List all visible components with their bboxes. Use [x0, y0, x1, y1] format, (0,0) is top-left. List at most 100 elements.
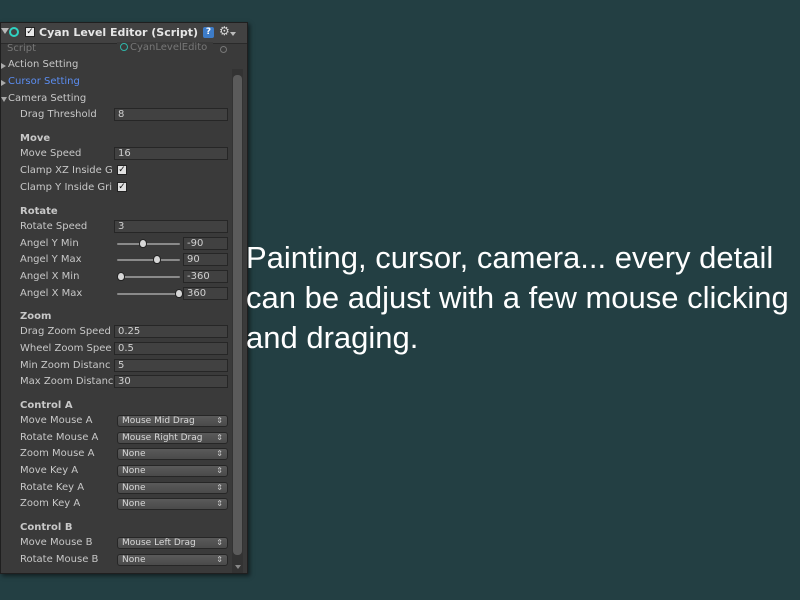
- section-title: Control A: [20, 400, 73, 411]
- drag-threshold-input[interactable]: 8: [114, 108, 228, 121]
- collapse-arrow-icon[interactable]: [1, 28, 9, 34]
- gear-icon[interactable]: ⚙: [219, 24, 230, 38]
- script-value: CyanLevelEdito: [130, 42, 208, 53]
- dropdown-arrow-icon: ⇕: [216, 433, 223, 442]
- control-row: Move Key A None ⇕: [1, 463, 247, 479]
- dropdown-value: Mouse Left Drag: [122, 538, 196, 548]
- slider-value-input[interactable]: 360: [183, 287, 228, 300]
- control-b-section-header: Control B: [1, 520, 247, 536]
- move-speed-row: Move Speed 16: [1, 146, 247, 162]
- dropdown-arrow-icon: ⇕: [216, 466, 223, 475]
- script-file-icon: [120, 43, 128, 51]
- control-row: Rotate Mouse B None ⇕: [1, 552, 247, 568]
- scrollbar-thumb[interactable]: [233, 75, 242, 555]
- zoom-field-row: Wheel Zoom Spee 0.5: [1, 341, 247, 357]
- zoom-field-row: Drag Zoom Speed 0.25: [1, 324, 247, 340]
- control-label: Rotate Mouse B: [20, 554, 99, 565]
- control-row: Move Mouse A Mouse Mid Drag ⇕: [1, 413, 247, 429]
- slider-value-input[interactable]: -90: [183, 237, 228, 250]
- control-dropdown[interactable]: None ⇕: [117, 554, 228, 566]
- slider-handle[interactable]: [152, 255, 161, 264]
- slider-row: Angel Y Min -90: [1, 236, 247, 252]
- fold-label: Action Setting: [8, 59, 79, 70]
- rotate-section-header: Rotate: [1, 204, 247, 220]
- rotate-speed-label: Rotate Speed: [20, 221, 88, 232]
- control-dropdown[interactable]: None ⇕: [117, 448, 228, 460]
- clamp-xz-row: Clamp XZ Inside G ✓: [1, 163, 247, 179]
- control-row: Rotate Mouse A Mouse Right Drag ⇕: [1, 430, 247, 446]
- control-row: Rotate Key A None ⇕: [1, 480, 247, 496]
- section-title: Move: [20, 133, 51, 144]
- control-row: Zoom Mouse A None ⇕: [1, 446, 247, 462]
- slider-value-input[interactable]: 90: [183, 253, 228, 266]
- slider-row: Angel X Min -360: [1, 269, 247, 285]
- vertical-scrollbar[interactable]: [232, 69, 243, 573]
- rotate-speed-row: Rotate Speed 3: [1, 219, 247, 235]
- zoom-field-input[interactable]: 30: [114, 375, 228, 388]
- drag-threshold-row: Drag Threshold 8: [1, 107, 247, 123]
- move-speed-label: Move Speed: [20, 148, 82, 159]
- control-dropdown[interactable]: None ⇕: [117, 498, 228, 510]
- slider-label: Angel X Min: [20, 271, 80, 282]
- zoom-section-header: Zoom: [1, 309, 247, 325]
- script-row: Script CyanLevelEdito: [1, 41, 247, 57]
- slider-label: Angel Y Min: [20, 238, 79, 249]
- zoom-field-input[interactable]: 0.5: [114, 342, 228, 355]
- dropdown-arrow-icon: ⇕: [216, 449, 223, 458]
- gear-dropdown-icon[interactable]: [230, 32, 236, 36]
- slider-handle[interactable]: [117, 272, 125, 281]
- control-dropdown[interactable]: None ⇕: [117, 465, 228, 477]
- dropdown-arrow-icon: ⇕: [216, 416, 223, 425]
- control-dropdown[interactable]: Mouse Left Drag ⇕: [117, 537, 228, 549]
- component-icon: [9, 27, 19, 37]
- dropdown-value: None: [122, 466, 146, 476]
- dropdown-value: None: [122, 555, 146, 565]
- slider-track[interactable]: [117, 293, 180, 295]
- slider-row: Angel X Max 360: [1, 286, 247, 302]
- zoom-field-input[interactable]: 0.25: [114, 325, 228, 338]
- clamp-y-row: Clamp Y Inside Gri ✓: [1, 180, 247, 196]
- slider-track[interactable]: [117, 276, 180, 278]
- control-label: Rotate Mouse A: [20, 432, 99, 443]
- script-field[interactable]: CyanLevelEdito: [117, 42, 213, 55]
- control-a-section-header: Control A: [1, 398, 247, 414]
- fold-label: Cursor Setting: [8, 76, 80, 87]
- drag-threshold-label: Drag Threshold: [20, 109, 97, 120]
- rotate-speed-input[interactable]: 3: [114, 220, 228, 233]
- slider-label: Angel X Max: [20, 288, 83, 299]
- dropdown-arrow-icon: ⇕: [216, 555, 223, 564]
- object-picker-icon[interactable]: [220, 46, 227, 53]
- fold-arrow-icon: [1, 63, 6, 69]
- clamp-y-checkbox[interactable]: ✓: [117, 182, 127, 192]
- fold-label: Camera Setting: [8, 93, 87, 104]
- slider-label: Angel Y Max: [20, 254, 82, 265]
- control-row: Zoom Key A None ⇕: [1, 496, 247, 512]
- section-title: Control B: [20, 522, 73, 533]
- dropdown-value: None: [122, 449, 146, 459]
- slider-track[interactable]: [117, 259, 180, 261]
- clamp-xz-label: Clamp XZ Inside G: [20, 165, 113, 176]
- slider-track[interactable]: [117, 243, 180, 245]
- control-dropdown[interactable]: None ⇕: [117, 482, 228, 494]
- slider-handle[interactable]: [139, 239, 148, 248]
- component-enabled-checkbox[interactable]: ✓: [25, 27, 35, 37]
- zoom-field-input[interactable]: 5: [114, 359, 228, 372]
- slider-value-input[interactable]: -360: [183, 270, 228, 283]
- clamp-xz-checkbox[interactable]: ✓: [117, 165, 127, 175]
- section-title: Zoom: [20, 311, 52, 322]
- dropdown-arrow-icon: ⇕: [216, 538, 223, 547]
- control-dropdown[interactable]: Mouse Right Drag ⇕: [117, 432, 228, 444]
- zoom-field-row: Min Zoom Distanc 5: [1, 358, 247, 374]
- scroll-down-arrow-icon[interactable]: [235, 565, 241, 569]
- move-speed-input[interactable]: 16: [114, 147, 228, 160]
- help-icon[interactable]: ?: [203, 27, 214, 38]
- zoom-field-label: Wheel Zoom Spee: [20, 343, 112, 354]
- component-title: Cyan Level Editor (Script): [39, 26, 199, 39]
- control-dropdown[interactable]: Mouse Mid Drag ⇕: [117, 415, 228, 427]
- control-label: Rotate Key A: [20, 482, 85, 493]
- control-label: Zoom Key A: [20, 498, 81, 509]
- slider-handle[interactable]: [175, 289, 183, 298]
- control-row: Move Mouse B Mouse Left Drag ⇕: [1, 535, 247, 551]
- control-label: Move Key A: [20, 465, 79, 476]
- inspector-panel: ✓ Cyan Level Editor (Script) ? ⚙ Script …: [0, 22, 248, 574]
